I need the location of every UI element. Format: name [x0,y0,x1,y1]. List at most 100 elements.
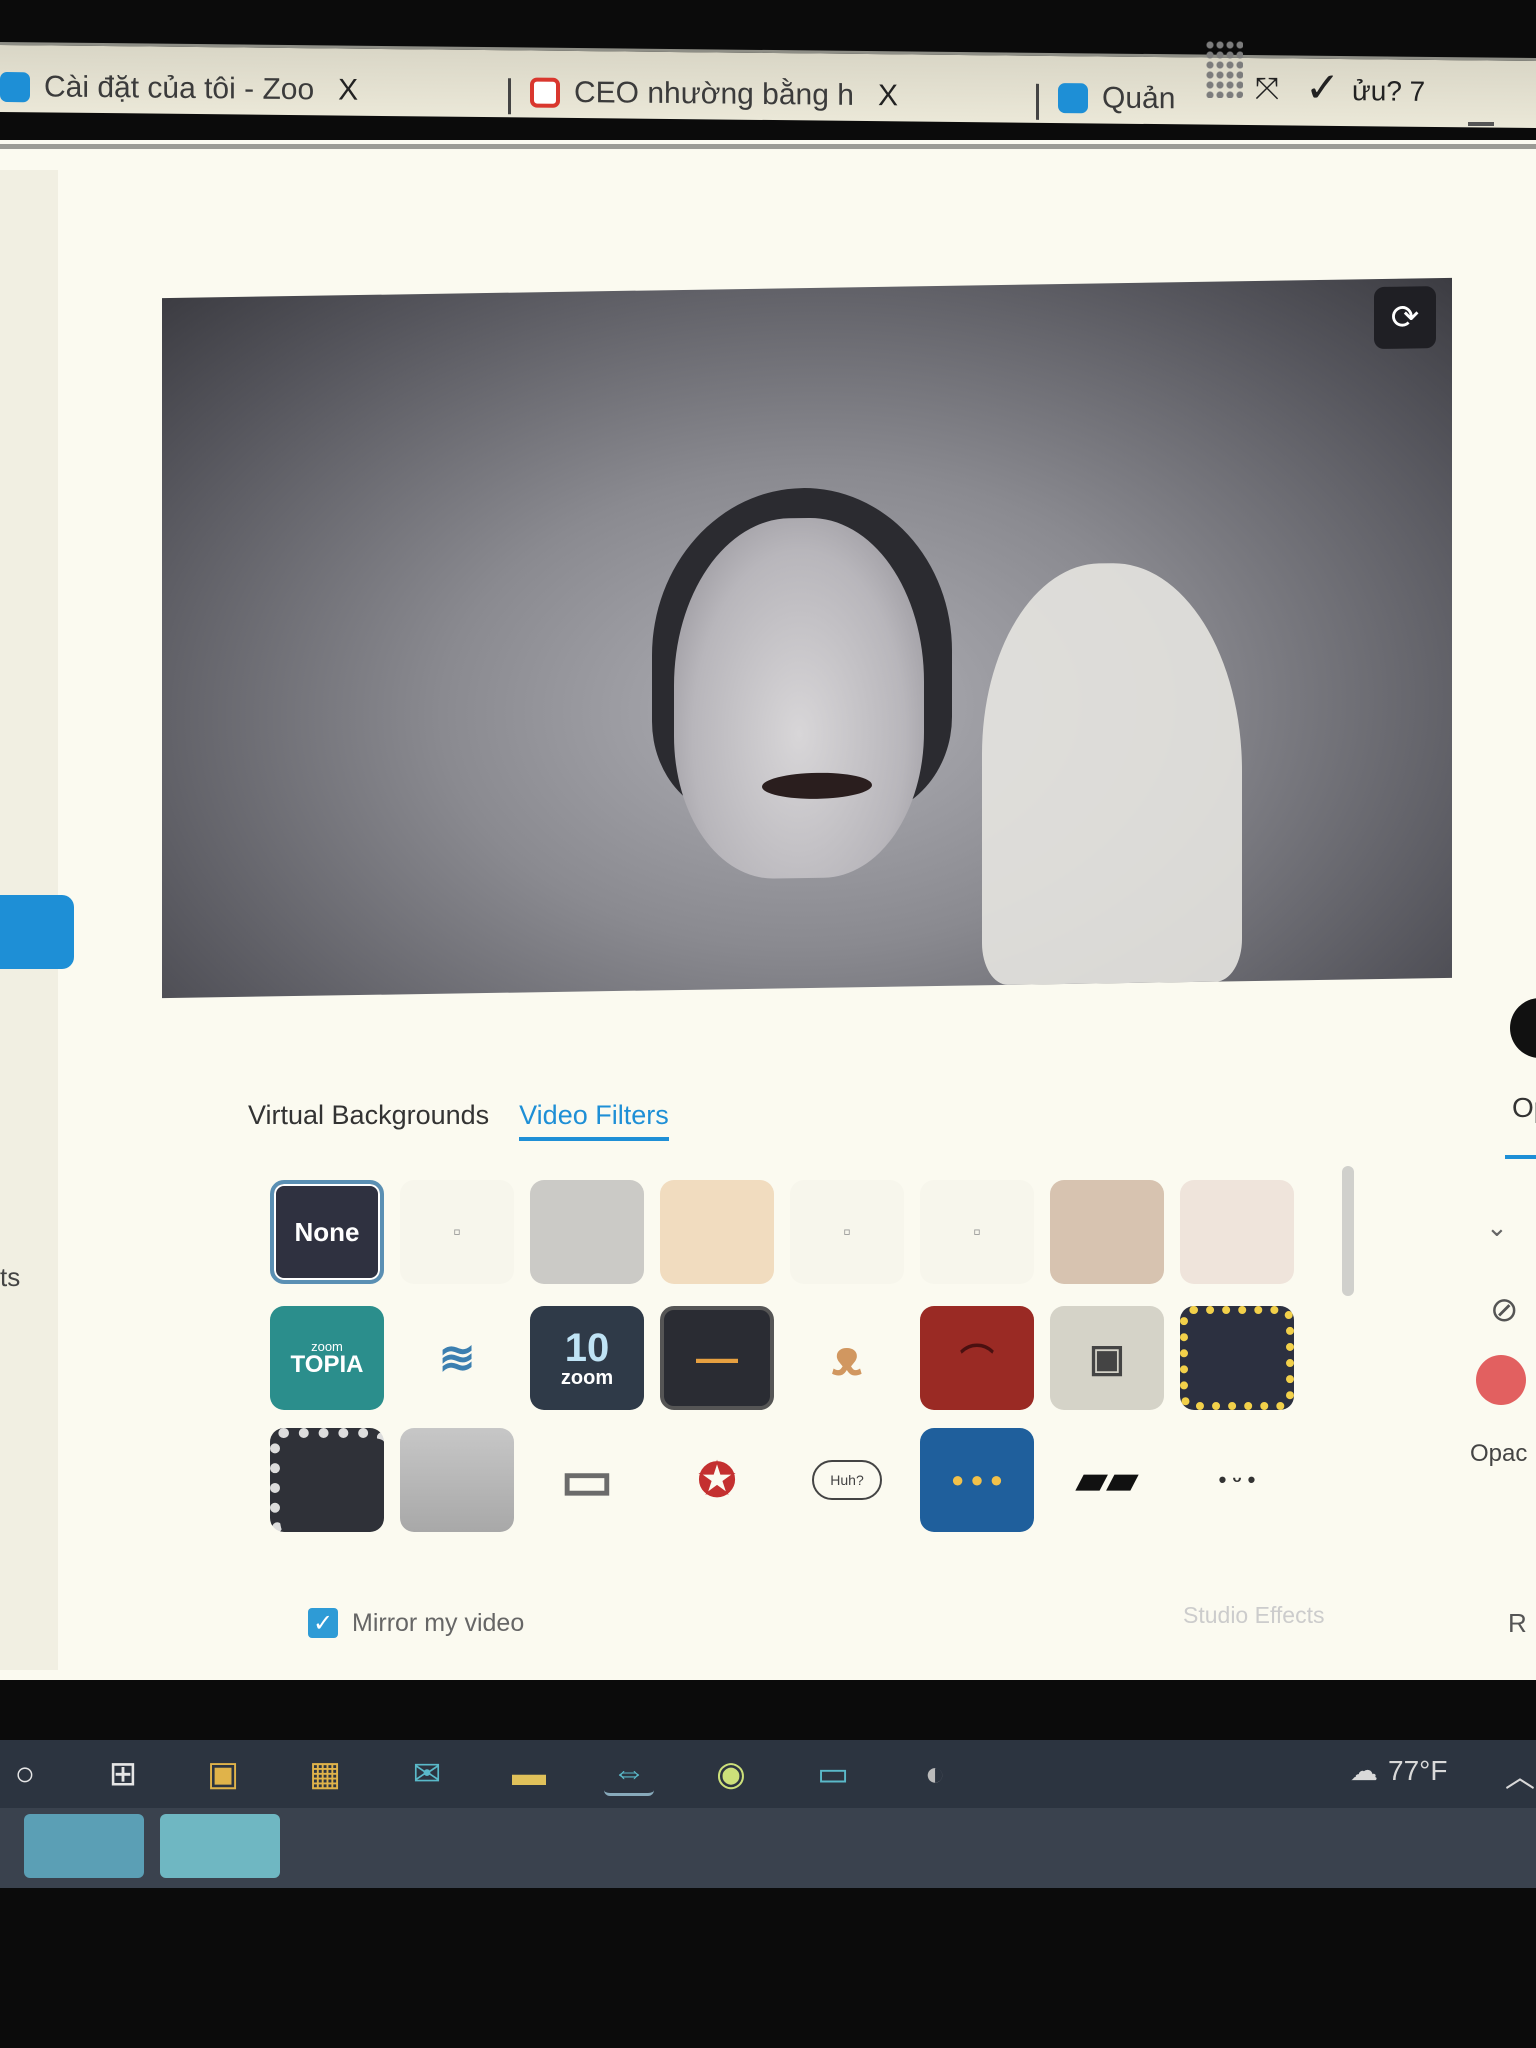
tv-icon: ▭ [560,1448,614,1511]
cloud-icon: ☁ [1350,1755,1378,1786]
right-panel-tab-underline [1505,1155,1536,1159]
filter-vintage-tv[interactable]: ▭ [530,1428,644,1532]
filter-clouds[interactable] [400,1428,514,1532]
tab-title: Cài đặt của tôi - Zoo [44,70,315,107]
monitor-screen: Cài đặt của tôi - Zoo X CEO nhường bằng … [0,0,1536,2048]
sidebar-partial-label: ts [0,1262,21,1292]
browser-tab-manage[interactable]: Quản [1058,78,1208,120]
zoom-icon[interactable]: ▭ [808,1752,858,1796]
tv-icon: ▣ [1089,1337,1125,1380]
chevron-down-icon[interactable]: ⌄ [1486,1212,1508,1243]
app2-icon[interactable]: ◐ [910,1752,960,1796]
filter-tint-white[interactable]: ▫ [400,1180,514,1284]
filter-scrollbar[interactable] [1342,1166,1354,1296]
taskbar-preview-strip [0,1808,1536,1888]
sunglasses-icon: ▰▰ [1076,1458,1138,1502]
sidebar-selected-item[interactable] [0,895,74,969]
filter-ribbon-badge[interactable]: ✪ [660,1428,774,1532]
filter-row: None ▫ ▫ ▫ [270,1180,1294,1284]
tab-separator [508,78,511,115]
minimize-icon[interactable] [1468,122,1494,126]
close-icon[interactable]: X [878,79,898,113]
filter-old-tv[interactable]: ▣ [1050,1306,1164,1410]
face-icon: • ᵕ • [1218,1467,1256,1492]
ribbon-icon: ✪ [697,1454,737,1506]
tab-video-filters[interactable]: Video Filters [519,1100,669,1141]
browser-tab-settings[interactable]: Cài đặt của tôi - Zoo X [0,67,500,112]
grid-icon[interactable] [1205,40,1243,98]
tab-separator [1036,83,1039,120]
filter-tint-light-2[interactable]: ▫ [920,1180,1034,1284]
windows-taskbar: ○ ⊞ ▣ ▦ ✉ ▬ ⇔ ◉ ▭ ◐ ☁ 77°F ︿ [0,1740,1536,1808]
temperature: 77°F [1388,1754,1448,1786]
speech-bubble-label: Huh? [812,1460,882,1500]
filter-speech-bubble[interactable]: Huh? [790,1428,904,1532]
mail-icon[interactable]: ✉ [402,1752,452,1796]
task-view-icon[interactable]: ⊞ [98,1752,148,1796]
rotate-camera-icon[interactable]: ⟳ [1374,286,1436,350]
mirror-video-option[interactable]: ✓ Mirror my video [308,1608,524,1638]
zoom10-number: 10 [564,1326,610,1370]
zoom-icon [1058,83,1088,114]
filter-sunglasses[interactable]: ▰▰ [1050,1428,1164,1532]
filter-none[interactable]: None [270,1180,384,1284]
filter-tint-light[interactable]: ▫ [790,1180,904,1284]
color-swatch[interactable] [1476,1355,1526,1405]
filter-sunflower-frame[interactable] [1180,1306,1294,1410]
browser-icon[interactable]: ◉ [706,1752,756,1796]
teamviewer-icon[interactable]: ⇔ [604,1752,654,1796]
mirror-label: Mirror my video [352,1608,525,1637]
zoom-window-thumbnail[interactable] [24,1814,144,1878]
window-divider [0,144,1536,149]
filter-theater[interactable]: ⌒ [920,1306,1034,1410]
tray-chevron-icon[interactable]: ︿ [1505,1752,1535,1796]
right-partial-label: R [1508,1608,1527,1638]
search-icon[interactable]: ○ [0,1752,50,1796]
zoom-settings-window: ts ⟳ Virtual Backgrounds Video Filters O… [0,122,1536,1680]
filter-zoom-10[interactable]: 10 zoom [530,1306,644,1410]
opacity-label: Opac [1470,1440,1528,1467]
mirror-checkbox[interactable]: ✓ [308,1608,338,1638]
google-icon [530,77,560,108]
curtain-icon: ⌒ [960,1342,994,1381]
chevron-down-icon[interactable]: ✓ [1305,63,1340,112]
preview-person-face [674,516,924,881]
filter-zoomtopia[interactable]: zoom TOPIA [270,1306,384,1410]
tab-title: Quản [1102,81,1176,116]
right-panel-avatar [1510,998,1536,1058]
no-effect-icon[interactable]: ⊘ [1490,1290,1519,1330]
studio-effects-link[interactable]: Studio Effects [1183,1602,1325,1629]
filter-tint-gray[interactable] [530,1180,644,1284]
teamviewer-window-thumbnail[interactable] [160,1814,280,1878]
whale-icon: ≋ [438,1333,476,1383]
filter-whale[interactable]: ≋ [400,1306,514,1410]
filter-tint-rose[interactable] [1180,1180,1294,1284]
zoomtopia-label: TOPIA [290,1350,364,1378]
filter-row: zoom TOPIA ≋ 10 zoom ▬▬▬ ᴥ ⌒ ▣ [270,1306,1294,1410]
fullscreen-icon[interactable]: ⤧ [1255,72,1279,106]
camera-preview: ⟳ [162,277,1452,999]
filter-cute-face[interactable]: • ᵕ • [1180,1428,1294,1532]
filter-film-strip[interactable] [270,1428,384,1532]
tab-title: CEO nhường bằng h [574,75,854,112]
zoom10-label: zoom [560,1367,614,1389]
close-icon[interactable]: X [338,73,358,107]
weather-widget[interactable]: ☁ 77°F [1350,1754,1447,1787]
tab-virtual-backgrounds[interactable]: Virtual Backgrounds [248,1100,489,1141]
filter-bear[interactable]: ᴥ [790,1306,904,1410]
filter-tint-sepia[interactable] [1050,1180,1164,1284]
preview-person-arm [982,561,1242,986]
zoom-icon [0,71,30,103]
filter-tint-warm[interactable] [660,1180,774,1284]
background-filter-tabs: Virtual Backgrounds Video Filters [248,1100,669,1141]
filter-retro-tv[interactable]: ▬▬▬ [660,1306,774,1410]
filter-party-lights[interactable]: ● ● ● [920,1428,1034,1532]
folder-icon[interactable]: ▬ [504,1752,554,1796]
store-icon[interactable]: ▣ [198,1752,248,1796]
lights-icon: ● ● ● [950,1467,1004,1492]
browser-tab-news[interactable]: CEO nhường bằng h X [530,73,1030,118]
right-panel-tab[interactable]: Op [1512,1092,1536,1124]
tab-extra-text: ửu? 7 [1352,75,1426,107]
browser-tab-bar: Cài đặt của tôi - Zoo X CEO nhường bằng … [0,41,1536,129]
app-icon[interactable]: ▦ [300,1752,350,1796]
